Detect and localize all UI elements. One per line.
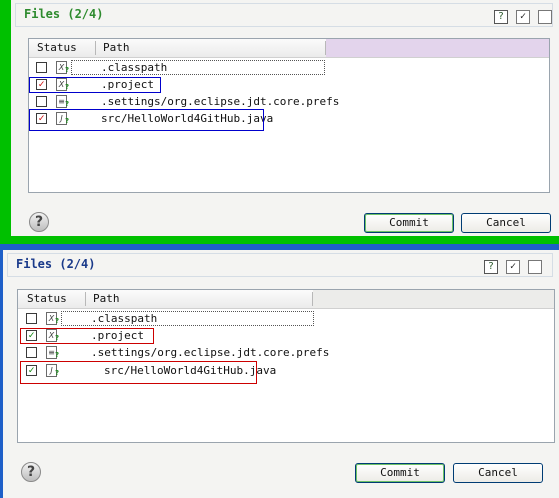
header-filler — [326, 39, 549, 57]
table-row[interactable]: X? .classpath — [29, 59, 551, 76]
file-path: .classpath — [101, 61, 168, 74]
row-checkbox[interactable] — [36, 96, 47, 107]
deselect-all-icon[interactable] — [538, 10, 552, 24]
commit-button[interactable]: Commit — [355, 463, 445, 483]
dialog-body: Files (2/4) ? ✓ Status Path X? .classpat… — [3, 250, 559, 498]
highlight-box — [20, 328, 154, 344]
row-checkbox[interactable] — [36, 62, 47, 73]
status-column-header[interactable]: Status — [37, 39, 77, 57]
files-title: Files (2/4) — [16, 257, 96, 271]
row-checkbox[interactable] — [26, 347, 37, 358]
file-path: .settings/org.eclipse.jdt.core.prefs — [101, 95, 340, 108]
select-all-icon[interactable]: ✓ — [516, 10, 530, 24]
files-table: Status Path X? .classpath ✓ X? .project … — [17, 289, 555, 443]
dialog-body: Files (2/4) ? ✓ Status Path X? .classpat… — [11, 0, 559, 236]
table-header: Status Path — [29, 39, 549, 58]
table-row[interactable]: ≡? .settings/org.eclipse.jdt.core.prefs — [18, 344, 556, 361]
file-path: .settings/org.eclipse.jdt.core.prefs — [91, 346, 330, 359]
files-section-header: Files (2/4) ? ✓ — [7, 253, 553, 277]
table-row[interactable]: ≡? .settings/org.eclipse.jdt.core.prefs — [29, 93, 551, 110]
table-header: Status Path — [18, 290, 554, 309]
header-filler — [313, 290, 554, 308]
files-section-header: Files (2/4) ? ✓ — [15, 3, 553, 27]
text-file-icon: ≡? — [56, 95, 69, 108]
highlight-box — [29, 77, 161, 93]
help-toggle-icon[interactable]: ? — [484, 260, 498, 274]
classpath-file-icon: X? — [56, 61, 69, 74]
bottom-commit-dialog: Files (2/4) ? ✓ Status Path X? .classpat… — [0, 244, 559, 498]
file-path: .classpath — [91, 312, 158, 325]
highlight-box — [20, 361, 257, 384]
files-table: Status Path X? .classpath ✓ X? .project … — [28, 38, 550, 193]
status-column-header[interactable]: Status — [27, 290, 67, 308]
help-icon[interactable]: ? — [29, 212, 49, 232]
files-title: Files (2/4) — [24, 7, 104, 21]
cancel-button[interactable]: Cancel — [453, 463, 543, 483]
help-toggle-icon[interactable]: ? — [494, 10, 508, 24]
path-column-header[interactable]: Path — [93, 290, 120, 308]
column-divider[interactable] — [95, 41, 96, 55]
table-row[interactable]: X? .classpath — [18, 310, 556, 327]
cancel-button[interactable]: Cancel — [461, 213, 551, 233]
select-all-icon[interactable]: ✓ — [506, 260, 520, 274]
text-file-icon: ≡? — [46, 346, 59, 359]
commit-button[interactable]: Commit — [364, 213, 454, 233]
path-column-header[interactable]: Path — [103, 39, 130, 57]
help-icon[interactable]: ? — [21, 462, 41, 482]
top-commit-dialog: Files (2/4) ? ✓ Status Path X? .classpat… — [0, 0, 559, 244]
deselect-all-icon[interactable] — [528, 260, 542, 274]
highlight-box — [29, 109, 264, 131]
column-divider[interactable] — [85, 292, 86, 306]
classpath-file-icon: X? — [46, 312, 59, 325]
row-checkbox[interactable] — [26, 313, 37, 324]
